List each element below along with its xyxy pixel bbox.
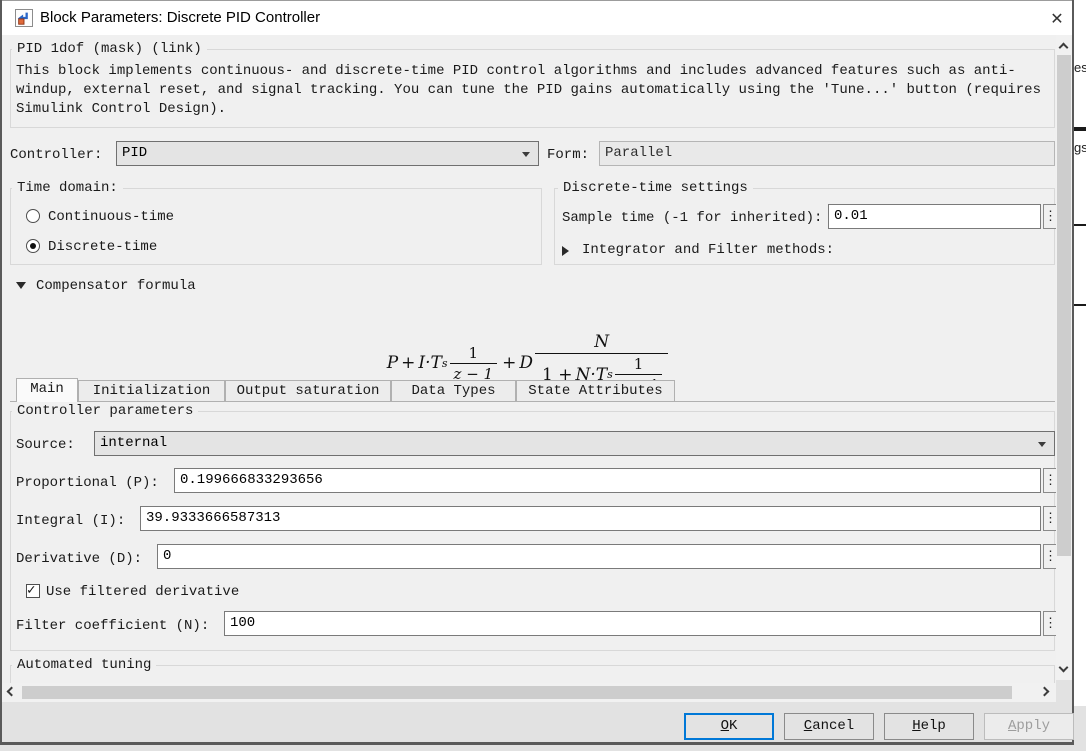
background-text-fragment: es — [1074, 60, 1086, 75]
tab-output-saturation-label: Output saturation — [237, 383, 380, 399]
controller-label: Controller: — [10, 147, 102, 163]
proportional-input[interactable]: 0.199666833293656 — [174, 468, 1041, 493]
screen: { "window": { "title": "Block Parameters… — [0, 0, 1086, 751]
background-text-fragment: gs — [1074, 140, 1086, 155]
formula-one2: 1 — [630, 355, 648, 374]
tab-state-attributes-label: State Attributes — [528, 383, 662, 399]
use-filtered-derivative-label[interactable]: Use filtered derivative — [46, 584, 239, 600]
radio-discrete-time[interactable] — [26, 239, 40, 253]
ok-button[interactable]: OK — [684, 713, 774, 740]
proportional-value: 0.199666833293656 — [180, 472, 323, 488]
filter-coefficient-value: 100 — [230, 615, 255, 631]
tab-main-label: Main — [30, 381, 64, 397]
background-line — [1074, 224, 1086, 226]
mask-description: This block implements continuous- and di… — [16, 62, 1052, 119]
chevron-left-icon — [7, 687, 17, 697]
simulink-block-icon — [15, 9, 33, 27]
window-bottom-border — [0, 742, 1074, 745]
integral-input[interactable]: 39.9333666587313 — [140, 506, 1041, 531]
tab-data-types[interactable]: Data Types — [391, 380, 516, 402]
scroll-right-button[interactable] — [1038, 684, 1054, 700]
background-line — [1074, 304, 1086, 306]
controller-value: PID — [122, 145, 147, 161]
use-filtered-derivative-checkbox[interactable] — [26, 584, 40, 598]
tab-main[interactable]: Main — [16, 378, 78, 402]
time-domain-legend: Time domain: — [12, 180, 123, 196]
formula-IT: I·T — [418, 353, 441, 373]
tab-data-types-label: Data Types — [411, 383, 495, 399]
chevron-down-icon — [1038, 442, 1046, 447]
tab-baseline — [10, 401, 1055, 402]
formula-one: 1 — [465, 344, 483, 363]
help-button[interactable]: Help — [884, 713, 974, 740]
scroll-left-button[interactable] — [2, 684, 18, 700]
horizontal-scrollbar-thumb[interactable] — [22, 686, 1012, 699]
chevron-down-icon — [1059, 663, 1069, 673]
scroll-down-button[interactable] — [1056, 662, 1072, 678]
formula-fraction-1: 1 z − 1 — [450, 344, 498, 383]
controller-parameters-legend: Controller parameters — [12, 403, 198, 419]
radio-discrete-time-label[interactable]: Discrete-time — [48, 239, 157, 255]
apply-button: Apply — [984, 713, 1074, 740]
filter-coefficient-menu-button[interactable]: ⋮ — [1043, 611, 1056, 636]
automated-tuning-groupbox — [10, 665, 1055, 683]
window-title: Block Parameters: Discrete PID Controlle… — [40, 9, 320, 26]
form-value: Parallel — [605, 145, 672, 161]
source-dropdown[interactable]: internal — [94, 431, 1055, 456]
tab-initialization[interactable]: Initialization — [78, 380, 225, 402]
compensator-formula-label[interactable]: Compensator formula — [36, 278, 196, 294]
formula-plus: + — [398, 353, 418, 373]
background-window-sliver: es gs — [1074, 0, 1086, 706]
formula-D: D — [519, 353, 533, 373]
radio-continuous-time-label[interactable]: Continuous-time — [48, 209, 174, 225]
automated-tuning-legend: Automated tuning — [12, 657, 156, 673]
tab-initialization-label: Initialization — [93, 383, 211, 399]
discrete-settings-legend: Discrete-time settings — [558, 180, 753, 196]
integral-menu-button[interactable]: ⋮ — [1043, 506, 1056, 531]
formula-N: N — [590, 332, 613, 353]
formula-P: P — [387, 353, 398, 373]
radio-continuous-time[interactable] — [26, 209, 40, 223]
background-line — [1074, 127, 1086, 131]
expander-down-icon[interactable] — [16, 282, 26, 289]
sample-time-input[interactable]: 0.01 — [828, 204, 1041, 229]
sample-time-menu-button[interactable]: ⋮ — [1043, 204, 1056, 229]
chevron-up-icon — [1059, 43, 1069, 53]
scroll-up-button[interactable] — [1056, 38, 1072, 54]
close-icon[interactable]: ✕ — [1044, 7, 1070, 31]
form-label: Form: — [547, 147, 589, 163]
vertical-scrollbar-thumb[interactable] — [1057, 55, 1071, 556]
sample-time-value: 0.01 — [834, 208, 868, 224]
integral-value: 39.9333666587313 — [146, 510, 280, 526]
derivative-input[interactable]: 0 — [157, 544, 1041, 569]
filter-coefficient-label: Filter coefficient (N): — [16, 618, 209, 634]
dialog-content-panel: PID 1dof (mask) (link) This block implem… — [2, 35, 1056, 683]
form-field: Parallel — [599, 141, 1055, 166]
chevron-right-icon — [1040, 687, 1050, 697]
controller-dropdown[interactable]: PID — [116, 141, 539, 166]
source-value: internal — [100, 435, 167, 451]
filter-coefficient-input[interactable]: 100 — [224, 611, 1041, 636]
integrator-filter-expander[interactable]: Integrator and Filter methods: — [582, 242, 834, 258]
formula-sub-s: s — [442, 357, 448, 370]
formula-plus2: + — [499, 353, 519, 373]
cancel-button[interactable]: Cancel — [784, 713, 874, 740]
expander-right-icon[interactable] — [562, 246, 569, 256]
mask-legend: PID 1dof (mask) (link) — [12, 41, 207, 57]
derivative-menu-button[interactable]: ⋮ — [1043, 544, 1056, 569]
tab-output-saturation[interactable]: Output saturation — [225, 380, 391, 402]
derivative-label: Derivative (D): — [16, 551, 142, 567]
tab-state-attributes[interactable]: State Attributes — [516, 380, 675, 402]
title-bar[interactable]: Block Parameters: Discrete PID Controlle… — [2, 1, 1072, 35]
proportional-label: Proportional (P): — [16, 475, 159, 491]
integral-label: Integral (I): — [16, 513, 125, 529]
derivative-value: 0 — [163, 548, 171, 564]
chevron-down-icon — [522, 152, 530, 157]
proportional-menu-button[interactable]: ⋮ — [1043, 468, 1056, 493]
source-label: Source: — [16, 437, 75, 453]
sample-time-label: Sample time (-1 for inherited): — [562, 210, 822, 226]
